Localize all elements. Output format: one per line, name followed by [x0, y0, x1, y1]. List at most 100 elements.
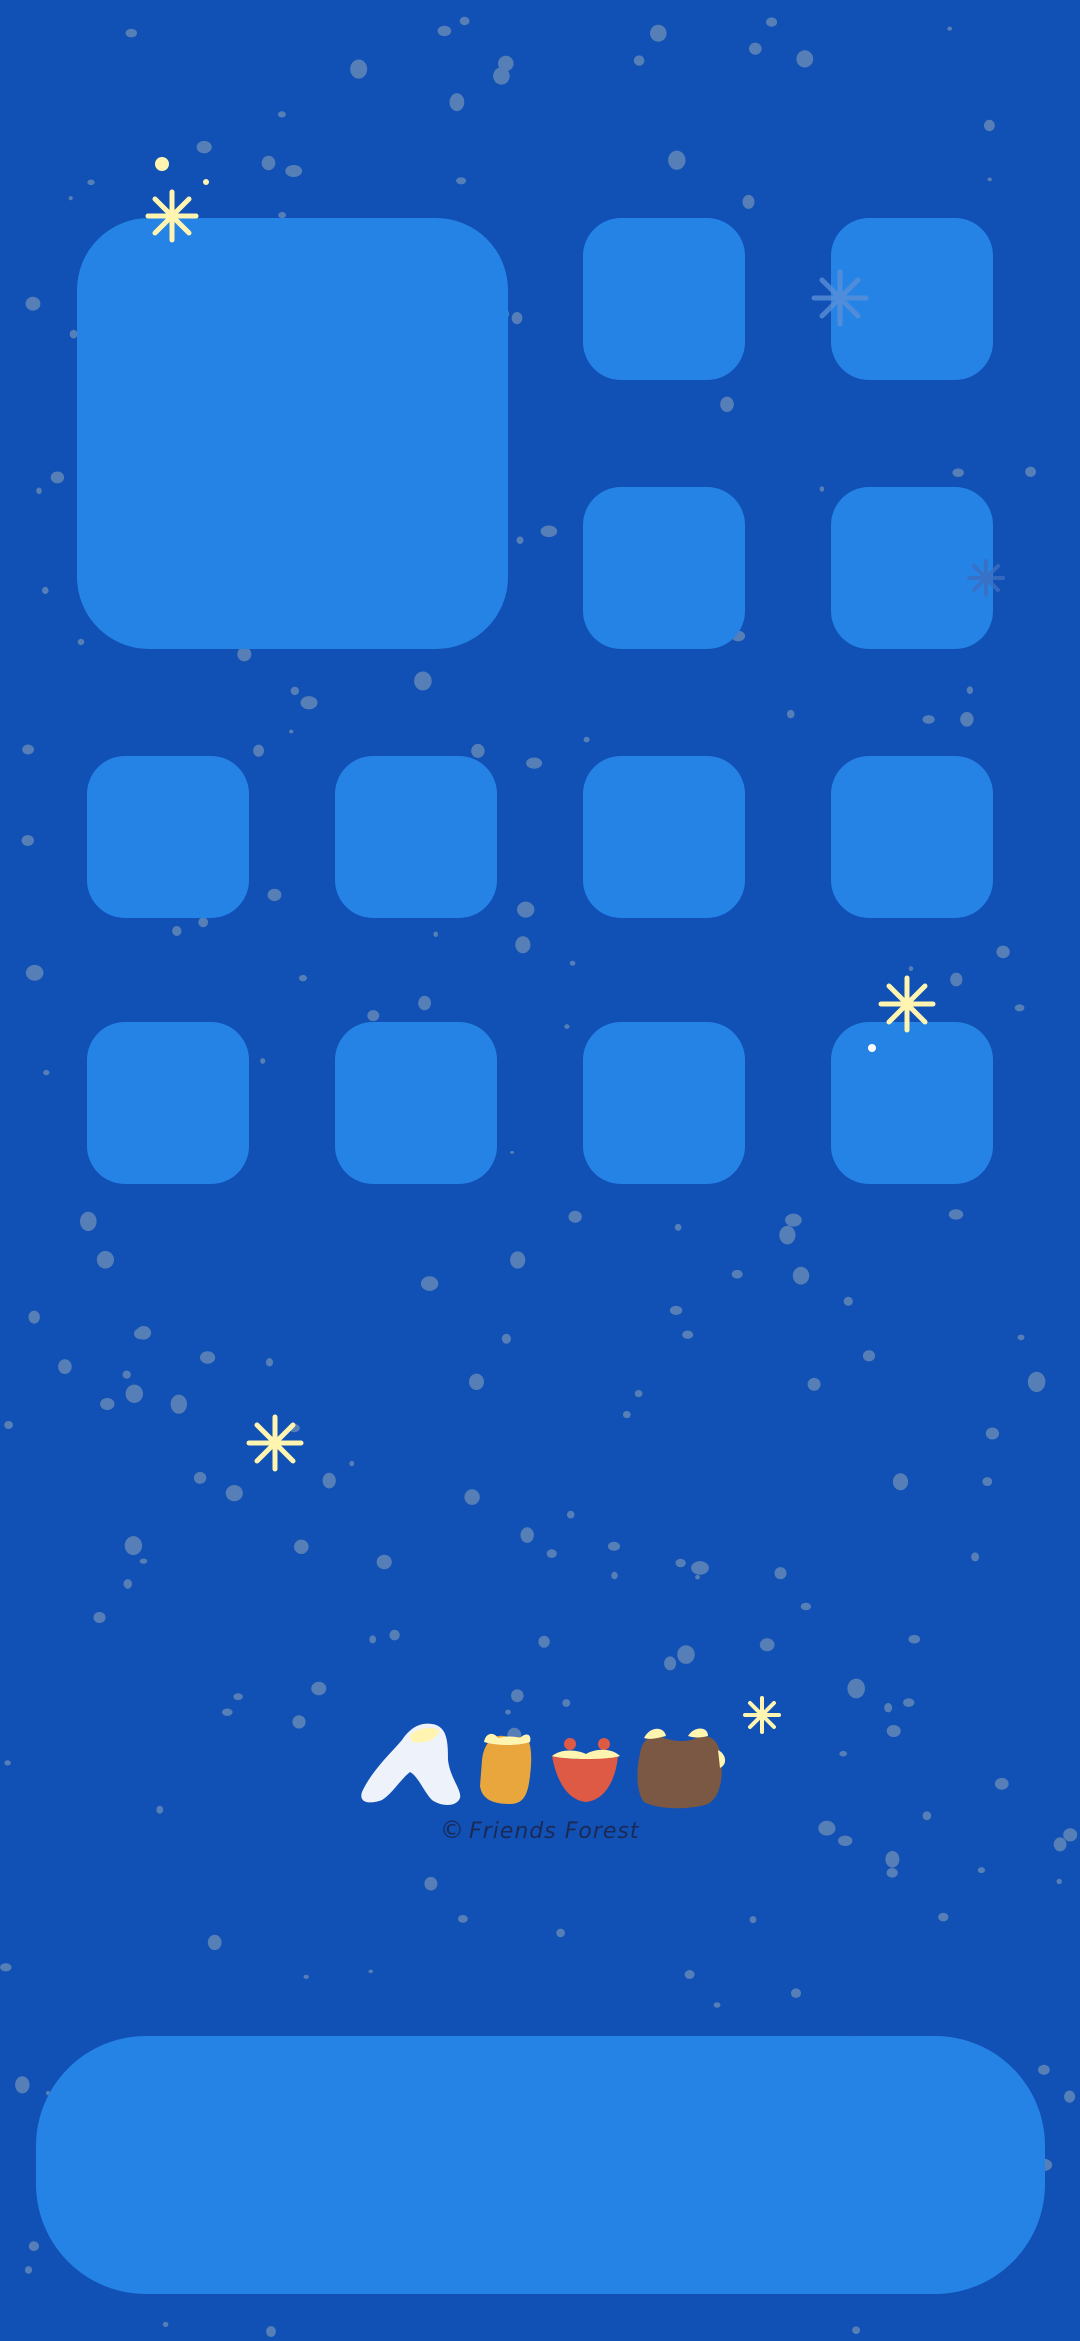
snow-speck [510, 1251, 526, 1269]
app-icon-slot-5[interactable] [87, 756, 249, 918]
snow-speck [691, 1561, 709, 1575]
snow-speck [720, 396, 734, 412]
snow-speck [922, 715, 935, 724]
snow-speck [21, 835, 34, 846]
snow-speck [285, 165, 303, 177]
app-icon-slot-2[interactable] [831, 218, 993, 380]
snow-speck [562, 1699, 571, 1707]
snow-speck [742, 194, 755, 209]
snow-speck [515, 936, 531, 954]
snow-speck [172, 926, 182, 936]
snow-speck [862, 1350, 876, 1362]
snow-speck [458, 1915, 468, 1923]
snow-speck [948, 1209, 964, 1220]
snow-speck [938, 1912, 949, 1922]
snow-speck [122, 1370, 131, 1379]
snow-speck [511, 1689, 524, 1703]
snow-speck [818, 1820, 836, 1836]
snow-speck [510, 1151, 515, 1154]
snow-speck [1027, 1371, 1046, 1392]
snow-speck [507, 1727, 522, 1743]
app-icon-slot-11[interactable] [583, 1022, 745, 1184]
snow-speck [796, 50, 814, 68]
snow-speck [414, 671, 432, 691]
snow-speck [367, 1010, 380, 1022]
snow-speck [566, 1510, 575, 1519]
app-icon-slot-10[interactable] [335, 1022, 497, 1184]
snow-speck [994, 1777, 1009, 1790]
snow-speck [556, 1928, 565, 1938]
snow-speck [1025, 466, 1036, 477]
snow-speck [1056, 1878, 1062, 1885]
app-icon-slot-6[interactable] [335, 756, 497, 918]
snow-speck [389, 1629, 400, 1641]
dock-placeholder[interactable] [36, 2036, 1045, 2294]
snow-speck [505, 1709, 511, 1715]
snow-speck [469, 1373, 484, 1391]
snow-speck [984, 119, 995, 132]
snow-speck [695, 1575, 700, 1580]
snow-speck [433, 931, 439, 937]
snow-speck [886, 1725, 901, 1737]
snow-speck [517, 901, 535, 918]
snow-speck [200, 1351, 216, 1364]
snow-speck [289, 729, 294, 734]
snow-speck [622, 1411, 631, 1419]
snow-speck [800, 1602, 812, 1611]
snow-speck [583, 736, 590, 743]
snow-speck [25, 296, 41, 311]
app-icon-slot-12[interactable] [831, 1022, 993, 1184]
snow-speck [668, 150, 686, 170]
snow-speck [207, 1934, 222, 1951]
snow-speck [222, 1708, 233, 1716]
snow-speck [1064, 2090, 1076, 2103]
snow-speck [303, 1974, 309, 1979]
snow-speck [93, 1612, 106, 1623]
snow-speck [96, 1251, 114, 1269]
widget-placeholder-large[interactable] [77, 218, 508, 649]
snow-speck [749, 1916, 757, 1924]
app-icon-slot-9[interactable] [87, 1022, 249, 1184]
snow-speck [28, 1310, 40, 1324]
snow-speck [607, 1541, 621, 1551]
app-icon-slot-4[interactable] [831, 487, 993, 649]
snow-speck [713, 2002, 721, 2008]
snow-speck [611, 1571, 618, 1580]
snow-speck [43, 1069, 50, 1076]
snow-speck [420, 1276, 439, 1291]
snow-speck [774, 1567, 787, 1580]
snow-speck [511, 312, 523, 325]
snow-speck [674, 1223, 682, 1231]
snow-speck [322, 1472, 336, 1489]
snow-speck [376, 1554, 392, 1570]
snow-speck [437, 25, 452, 37]
snow-speck [892, 1473, 909, 1491]
snow-speck [233, 1693, 243, 1701]
app-icon-slot-3[interactable] [583, 487, 745, 649]
snow-speck [960, 712, 974, 727]
snow-speck [449, 93, 465, 112]
snow-speck [87, 179, 95, 186]
snow-speck [15, 2076, 30, 2094]
snow-speck [50, 471, 65, 484]
app-icon-slot-1[interactable] [583, 218, 745, 380]
snow-speck [982, 1477, 993, 1487]
snow-speck [569, 960, 576, 966]
snow-speck [28, 2241, 39, 2252]
app-icon-slot-7[interactable] [583, 756, 745, 918]
snow-speck [0, 1963, 12, 1972]
snow-speck [749, 42, 762, 55]
snow-speck [564, 1024, 570, 1029]
credit-label: Friends Forest [469, 1819, 640, 1844]
snow-speck [25, 964, 44, 981]
snow-speck [786, 709, 795, 719]
snow-speck [471, 743, 485, 758]
snow-speck [971, 1552, 980, 1562]
snow-speck [540, 525, 558, 538]
snow-speck [996, 945, 1010, 959]
snow-speck [418, 995, 431, 1011]
app-icon-slot-8[interactable] [831, 756, 993, 918]
snow-speck [903, 1698, 915, 1707]
snow-speck [4, 1760, 11, 1766]
snow-speck [807, 1377, 821, 1391]
